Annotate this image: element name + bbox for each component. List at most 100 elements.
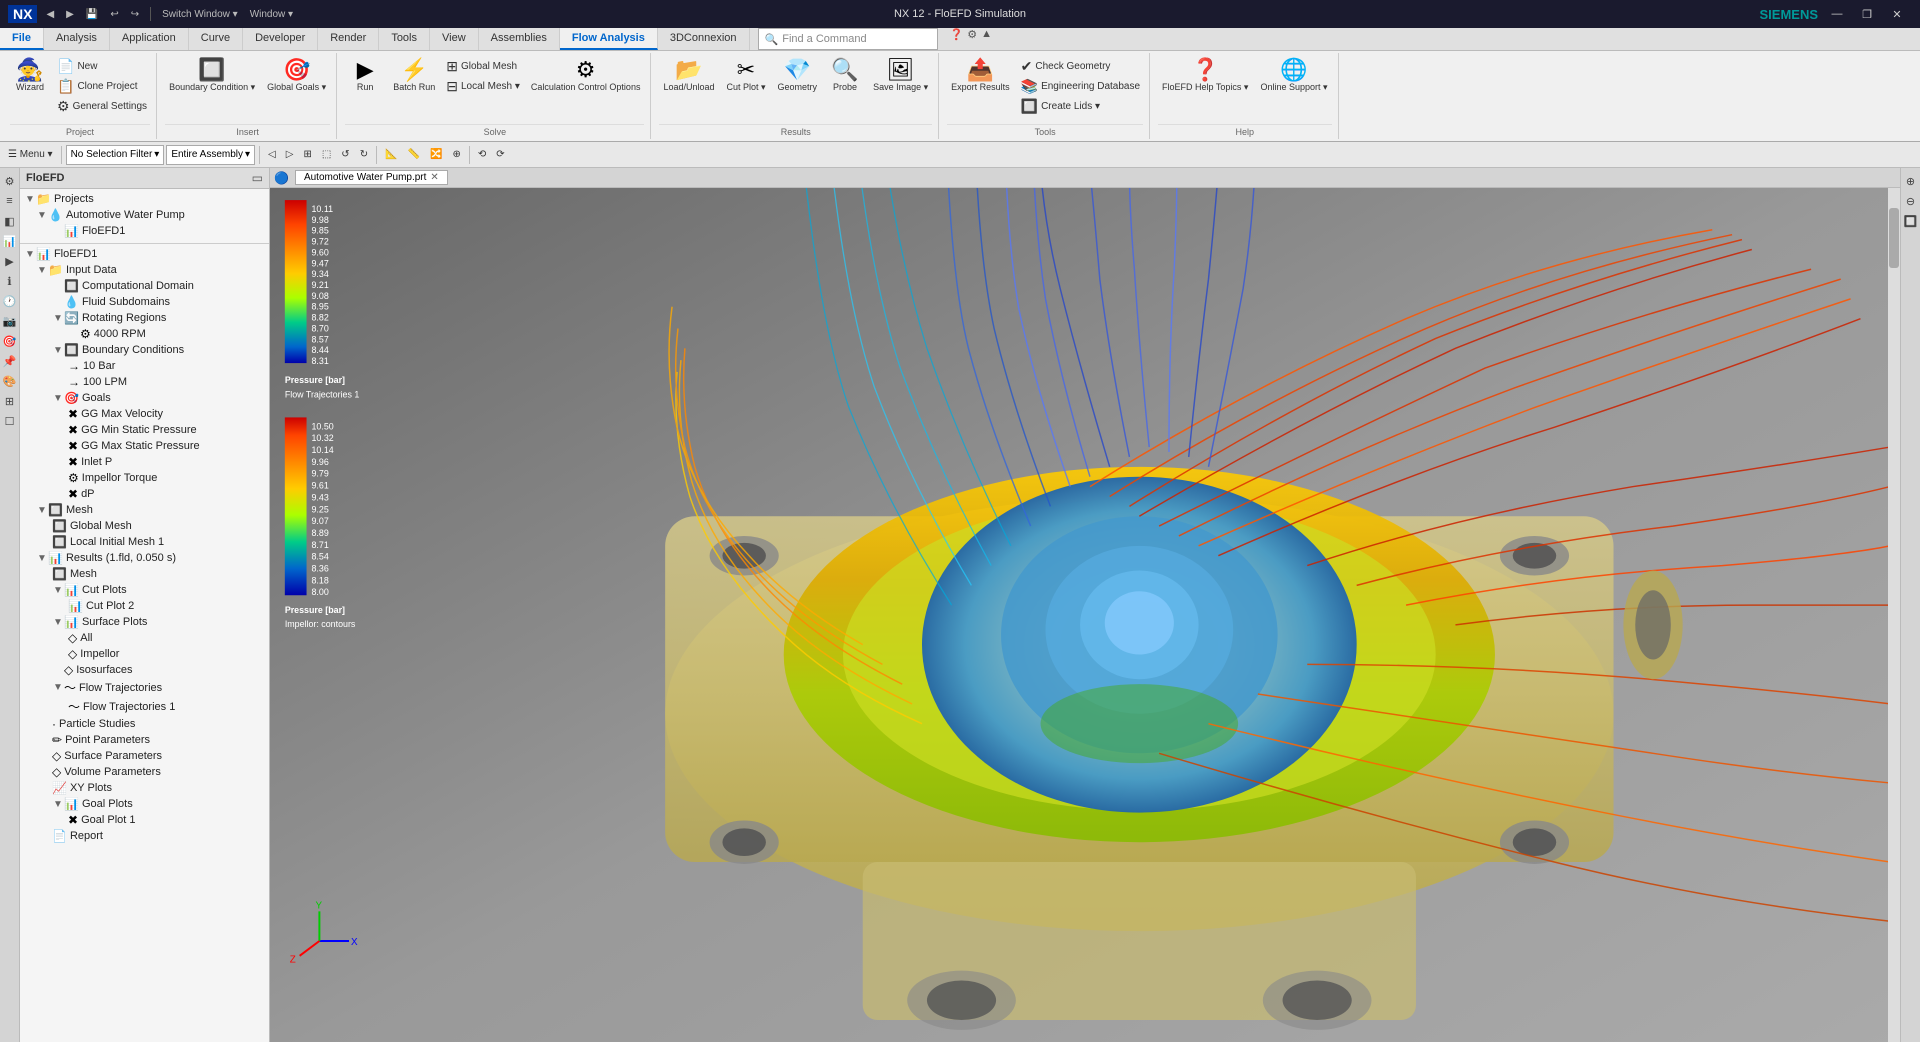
tree-inlet-p[interactable]: ✖ Inlet P — [20, 454, 269, 470]
tree-report[interactable]: 📄 Report — [20, 828, 269, 844]
tree-results[interactable]: ▼ 📊 Results (1.fld, 0.050 s) — [20, 550, 269, 566]
right-icon-1[interactable]: ⊕ — [1902, 172, 1920, 190]
global-mesh-btn[interactable]: ⊞ Global Mesh — [443, 57, 523, 76]
minimize-btn[interactable]: — — [1822, 4, 1852, 24]
toolbar-btn-2[interactable]: ▷ — [282, 147, 298, 162]
left-icon-target[interactable]: 🎯 — [1, 332, 19, 350]
save-image-btn[interactable]: 🖼 Save Image ▾ — [869, 57, 932, 95]
export-results-btn[interactable]: 📤 Export Results — [947, 57, 1014, 95]
expand-input-data[interactable]: ▼ — [36, 265, 48, 276]
viewport-tab-pump[interactable]: Automotive Water Pump.prt ✕ — [295, 170, 448, 185]
boundary-condition-btn[interactable]: 🔲 Boundary Condition ▾ — [165, 57, 259, 95]
assembly-dropdown[interactable]: Entire Assembly ▾ — [166, 145, 255, 165]
tab-application[interactable]: Application — [110, 28, 189, 50]
tree-flow-traj[interactable]: ▼ 〜 Flow Trajectories — [20, 678, 269, 697]
expand-goal-plots[interactable]: ▼ — [52, 799, 64, 810]
clone-project-btn[interactable]: 📋 Clone Project — [54, 77, 150, 96]
menu-btn[interactable]: ☰ Menu ▾ — [4, 147, 57, 162]
undo-btn[interactable]: ↩ — [107, 8, 121, 21]
tab-render[interactable]: Render — [318, 28, 379, 50]
toolbar-btn-3[interactable]: ⊞ — [299, 147, 315, 162]
left-icon-pin[interactable]: 📌 — [1, 352, 19, 370]
tree-floefd1[interactable]: ▼ 📊 FloEFD1 — [20, 246, 269, 262]
wizard-btn[interactable]: 🧙 Wizard — [10, 57, 50, 95]
tree-results-mesh[interactable]: 🔲 Mesh — [20, 566, 269, 582]
new-btn[interactable]: 📄 New — [54, 57, 150, 76]
left-icon-analysis[interactable]: 📊 — [1, 232, 19, 250]
right-icon-2[interactable]: ⊖ — [1902, 192, 1920, 210]
tree-projects[interactable]: ▼ 📁 Projects — [20, 191, 269, 207]
tree-rotating[interactable]: ▼ 🔄 Rotating Regions — [20, 310, 269, 326]
tree-particle-studies[interactable]: · Particle Studies — [20, 716, 269, 732]
tree-all[interactable]: ◇ All — [20, 630, 269, 646]
expand-projects[interactable]: ▼ — [24, 194, 36, 205]
tab-curve[interactable]: Curve — [189, 28, 243, 50]
tree-xy-plots[interactable]: 📈 XY Plots — [20, 780, 269, 796]
tab-view[interactable]: View — [430, 28, 479, 50]
left-icon-camera[interactable]: 📷 — [1, 312, 19, 330]
left-icon-parts[interactable]: ◧ — [1, 212, 19, 230]
expand-flow-traj[interactable]: ▼ — [52, 682, 64, 693]
tree-local-mesh[interactable]: 🔲 Local Initial Mesh 1 — [20, 534, 269, 550]
toolbar-btn-8[interactable]: 📏 — [404, 147, 424, 162]
expand-goals[interactable]: ▼ — [52, 393, 64, 404]
tree-gg-max-static[interactable]: ✖ GG Max Static Pressure — [20, 438, 269, 454]
tree-floefd-ref[interactable]: 📊 FloEFD1 — [20, 223, 269, 239]
local-mesh-btn[interactable]: ⊟ Local Mesh ▾ — [443, 77, 523, 96]
toolbar-btn-1[interactable]: ◁ — [264, 147, 280, 162]
tab-assemblies[interactable]: Assemblies — [479, 28, 560, 50]
toolbar-btn-12[interactable]: ⟳ — [492, 147, 508, 162]
viewport-scrollbar[interactable] — [1888, 188, 1900, 1042]
general-settings-btn[interactable]: ⚙ General Settings — [54, 97, 150, 116]
tree-comp-domain[interactable]: 🔲 Computational Domain — [20, 278, 269, 294]
tree-surface-params[interactable]: ◇ Surface Parameters — [20, 748, 269, 764]
tree-input-data[interactable]: ▼ 📁 Input Data — [20, 262, 269, 278]
tree-10bar[interactable]: → 10 Bar — [20, 358, 269, 374]
left-icon-layers[interactable]: ≡ — [1, 192, 19, 210]
save-btn[interactable]: 💾 — [83, 8, 101, 21]
quick-access-forward[interactable]: ▶ — [63, 8, 77, 21]
left-icon-palette[interactable]: 🎨 — [1, 372, 19, 390]
tree-goals[interactable]: ▼ 🎯 Goals — [20, 390, 269, 406]
tab-flow-analysis[interactable]: Flow Analysis — [560, 28, 658, 50]
create-lids-btn[interactable]: 🔲 Create Lids ▾ — [1018, 97, 1143, 116]
maximize-btn[interactable]: ❐ — [1852, 4, 1882, 24]
tree-impellor-torque[interactable]: ⚙ Impellor Torque — [20, 470, 269, 486]
tree-point-params[interactable]: ✏ Point Parameters — [20, 732, 269, 748]
viewport[interactable]: 🔵 Automotive Water Pump.prt ✕ — [270, 168, 1900, 1042]
left-icon-info[interactable]: ℹ — [1, 272, 19, 290]
tree-goal-plot-1[interactable]: ✖ Goal Plot 1 — [20, 812, 269, 828]
expand-mesh[interactable]: ▼ — [36, 505, 48, 516]
toolbar-btn-5[interactable]: ↺ — [337, 147, 353, 162]
left-icon-settings[interactable]: ⚙ — [1, 172, 19, 190]
load-unload-btn[interactable]: 📂 Load/Unload — [659, 57, 718, 95]
expand-surface-plots[interactable]: ▼ — [52, 617, 64, 628]
floefd-help-btn[interactable]: ❓ FloEFD Help Topics ▾ — [1158, 57, 1252, 95]
tab-analysis[interactable]: Analysis — [44, 28, 110, 50]
global-goals-btn[interactable]: 🎯 Global Goals ▾ — [263, 57, 330, 95]
toolbar-btn-7[interactable]: 📐 — [381, 147, 401, 162]
settings-icon[interactable]: ⚙ — [967, 28, 977, 50]
tree-automotive[interactable]: ▼ 💧 Automotive Water Pump — [20, 207, 269, 223]
cut-plot-btn[interactable]: ✂ Cut Plot ▾ — [723, 57, 770, 95]
expand-icon[interactable]: ▲ — [981, 28, 992, 50]
check-geometry-btn[interactable]: ✔ Check Geometry — [1018, 57, 1143, 76]
tree-100lpm[interactable]: → 100 LPM — [20, 374, 269, 390]
tree-impellor[interactable]: ◇ Impellor — [20, 646, 269, 662]
right-icon-3[interactable]: 🔲 — [1902, 212, 1920, 230]
tree-cut-plot-2[interactable]: 📊 Cut Plot 2 — [20, 598, 269, 614]
tree-gg-min-static[interactable]: ✖ GG Min Static Pressure — [20, 422, 269, 438]
tree-bc[interactable]: ▼ 🔲 Boundary Conditions — [20, 342, 269, 358]
online-support-btn[interactable]: 🌐 Online Support ▾ — [1256, 57, 1331, 95]
left-icon-box[interactable]: ☐ — [1, 412, 19, 430]
find-command-box[interactable]: 🔍 Find a Command — [758, 28, 938, 50]
tree-volume-params[interactable]: ◇ Volume Parameters — [20, 764, 269, 780]
toolbar-btn-10[interactable]: ⊕ — [448, 147, 464, 162]
toolbar-btn-11[interactable]: ⟲ — [474, 147, 490, 162]
expand-bc[interactable]: ▼ — [52, 345, 64, 356]
expand-rotating[interactable]: ▼ — [52, 313, 64, 324]
tab-file[interactable]: File — [0, 28, 44, 50]
tree-global-mesh[interactable]: 🔲 Global Mesh — [20, 518, 269, 534]
tree-dp[interactable]: ✖ dP — [20, 486, 269, 502]
selection-filter-dropdown[interactable]: No Selection Filter ▾ — [66, 145, 165, 165]
